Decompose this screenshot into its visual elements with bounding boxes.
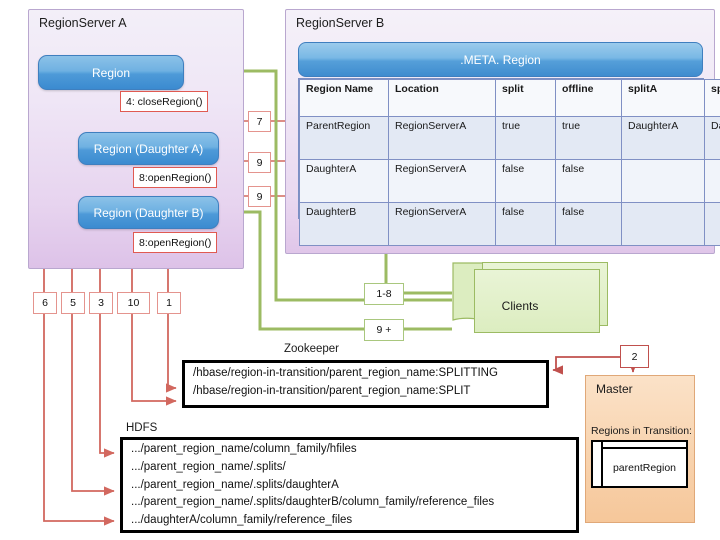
- callout-close-region: 4: closeRegion(): [120, 91, 209, 112]
- step-label-5: 5: [61, 292, 85, 314]
- step-label-7: 7: [248, 111, 271, 132]
- callout-open-region-b-label: 8:openRegion(): [139, 236, 212, 249]
- clients-group[interactable]: Clients: [452, 262, 610, 344]
- step-label-2: 2: [620, 345, 649, 368]
- meta-col-region-name: Region Name: [299, 79, 389, 117]
- meta-cell: ParentRegion: [299, 116, 389, 160]
- table-row: DaughterA RegionServerA false false: [299, 159, 720, 203]
- clients-label: Clients: [501, 299, 539, 313]
- region-box-daughter-a-label: Region (Daughter A): [93, 141, 204, 156]
- region-server-b-title: RegionServer B: [296, 16, 385, 30]
- callout-close-region-label: 4: closeRegion(): [126, 95, 203, 108]
- meta-cell: false: [495, 202, 556, 246]
- step-label-9-plus: 9 +: [364, 319, 404, 341]
- hdfs-path-splits: .../parent_region_name/.splits/: [131, 460, 286, 473]
- meta-cell: [704, 202, 720, 246]
- zookeeper-line-split: /hbase/region-in-transition/parent_regio…: [193, 384, 471, 397]
- meta-table-header-row: Region Name Location split offline split…: [299, 79, 720, 117]
- meta-cell: false: [555, 159, 622, 203]
- meta-cell: DaughterB: [299, 202, 389, 246]
- region-box-daughter-b[interactable]: Region (Daughter B): [78, 196, 219, 229]
- meta-col-location: Location: [388, 79, 496, 117]
- callout-open-region-b: 8:openRegion(): [133, 232, 218, 253]
- hdfs-box: .../parent_region_name/column_family/hfi…: [120, 437, 579, 533]
- regions-in-transition-label: Regions in Transition:: [591, 425, 692, 437]
- meta-col-offline: offline: [555, 79, 622, 117]
- meta-cell: DaughterB: [704, 116, 720, 160]
- table-row: DaughterB RegionServerA false false: [299, 202, 720, 246]
- zookeeper-title: Zookeeper: [284, 343, 339, 355]
- hdfs-path-splits-daughter-a: .../parent_region_name/.splits/daughterA: [131, 478, 339, 491]
- rit-cell-wrap: parentRegion: [603, 442, 686, 486]
- meta-cell: DaughterA: [621, 116, 705, 160]
- meta-region-header: .META. Region: [298, 42, 703, 77]
- callout-open-region-a-label: 8:openRegion(): [139, 171, 212, 184]
- hdfs-title: HDFS: [126, 422, 158, 434]
- region-server-a-title: RegionServer A: [39, 16, 127, 30]
- meta-cell: RegionServerA: [388, 202, 496, 246]
- rit-parent-region-cell: parentRegion: [612, 461, 677, 474]
- region-box-parent[interactable]: Region: [38, 55, 184, 90]
- rit-header-strip: [603, 442, 686, 449]
- hdfs-path-daughter-a-ref: .../daughterA/column_family/reference_fi…: [131, 514, 353, 527]
- meta-cell: true: [555, 116, 622, 160]
- hdfs-path-splits-daughter-b: .../parent_region_name/.splits/daughterB…: [131, 496, 495, 509]
- step-label-3: 3: [89, 292, 113, 314]
- master-title: Master: [596, 382, 633, 396]
- meta-cell: [704, 159, 720, 203]
- meta-region-header-label: .META. Region: [460, 52, 541, 67]
- step-label-9-daughter-a: 9: [248, 152, 271, 173]
- meta-col-split: split: [495, 79, 556, 117]
- master-box: Master Regions in Transition: parentRegi…: [585, 375, 695, 523]
- region-box-parent-label: Region: [91, 65, 131, 80]
- table-row: ParentRegion RegionServerA true true Dau…: [299, 116, 720, 160]
- meta-col-splitb: splitB: [704, 79, 720, 117]
- step-label-1-8: 1-8: [364, 283, 404, 305]
- meta-cell: false: [495, 159, 556, 203]
- meta-cell: true: [495, 116, 556, 160]
- meta-cell: [621, 159, 705, 203]
- meta-cell: false: [555, 202, 622, 246]
- step-label-1: 1: [157, 292, 181, 314]
- meta-col-splita: splitA: [621, 79, 705, 117]
- rit-gutter: [593, 442, 603, 486]
- zookeeper-box: /hbase/region-in-transition/parent_regio…: [182, 360, 549, 408]
- regions-in-transition-table: parentRegion: [591, 440, 688, 488]
- step-label-10: 10: [117, 292, 150, 314]
- meta-cell: [621, 202, 705, 246]
- step-label-6: 6: [33, 292, 57, 314]
- meta-cell: DaughterA: [299, 159, 389, 203]
- step-label-9-daughter-b: 9: [248, 186, 271, 207]
- meta-cell: RegionServerA: [388, 116, 496, 160]
- region-box-daughter-b-label: Region (Daughter B): [93, 205, 204, 220]
- meta-cell: RegionServerA: [388, 159, 496, 203]
- zookeeper-line-splitting: /hbase/region-in-transition/parent_regio…: [193, 367, 498, 379]
- region-box-daughter-a[interactable]: Region (Daughter A): [78, 132, 219, 165]
- hdfs-path-hfiles: .../parent_region_name/column_family/hfi…: [131, 443, 357, 455]
- meta-table: Region Name Location split offline split…: [298, 78, 720, 246]
- callout-open-region-a: 8:openRegion(): [133, 167, 218, 188]
